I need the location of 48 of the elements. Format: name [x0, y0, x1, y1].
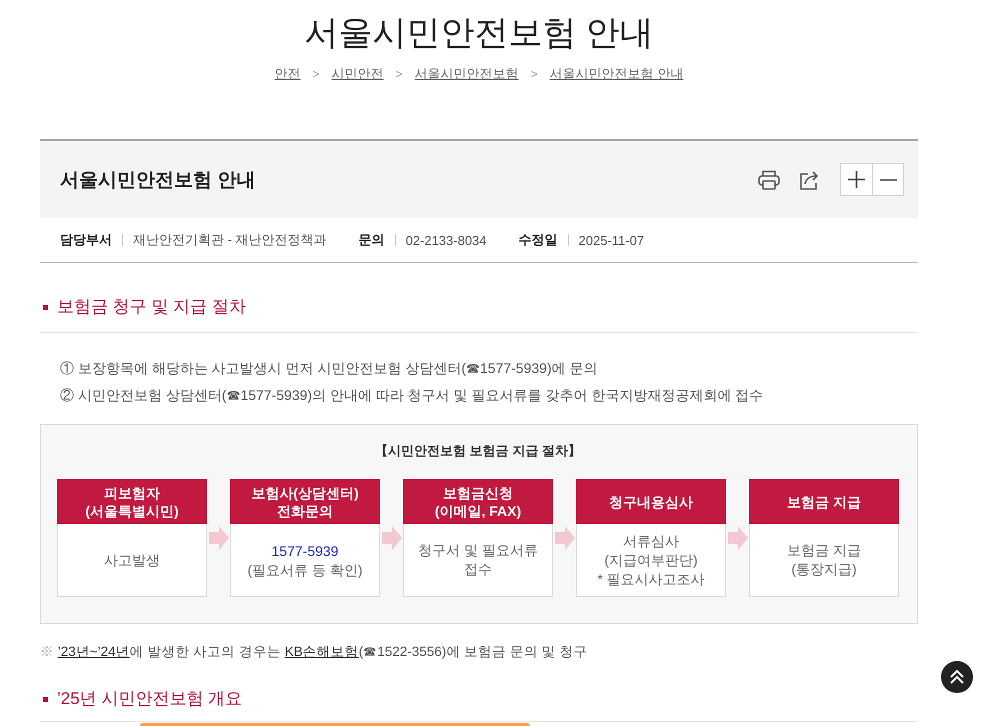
scroll-top-button[interactable] — [941, 661, 973, 693]
step-text: 사고발생 — [104, 550, 160, 570]
meta-label: 수정일 — [518, 231, 558, 249]
step-text: (필요서류 등 확인) — [247, 560, 363, 580]
bullet-icon — [43, 696, 48, 702]
plus-icon — [848, 171, 865, 188]
double-chevron-up-icon — [950, 670, 964, 684]
note-link[interactable]: ’23년~’24년 — [58, 644, 130, 659]
note-text: ※ ’23년~’24년에 발생한 사고의 경우는 KB손해보험(☎1522-3556)에 보험금 문의 및 청구 — [40, 643, 588, 661]
article-title: 서울시민안전보험 안내 — [60, 168, 256, 192]
arrow-icon — [554, 526, 574, 550]
breadcrumb-separator: > — [312, 66, 320, 83]
breadcrumb-link[interactable]: 서울시민안전보험 안내 — [550, 65, 684, 83]
share-button[interactable] — [799, 170, 821, 190]
meta-label: 담당부서 — [60, 231, 112, 249]
step-title: 보험금신청 (이메일, FAX) — [403, 479, 553, 524]
breadcrumb-separator: > — [530, 66, 538, 83]
step-text: 청구서 및 필요서류 접수 — [418, 541, 538, 579]
step-title: 피보험자 (서울특별시민) — [57, 479, 207, 524]
meta-value: 2025-11-07 — [578, 232, 644, 248]
printer-icon — [758, 170, 780, 190]
step-title: 보험사(상담센터) 전화문의 — [230, 479, 380, 524]
minus-icon — [880, 178, 896, 180]
arrow-icon — [728, 526, 748, 550]
step-text: 서류심사 (지급여부판단) * 필요시사고조사 — [597, 532, 705, 588]
page-title: 서울시민안전보험 안내 — [303, 13, 655, 54]
step-title: 보험금 지급 — [749, 479, 899, 524]
phone-number: 1577-5939 — [272, 542, 338, 560]
meta-value: 02-2133-8034 — [406, 232, 487, 248]
print-button[interactable] — [758, 170, 780, 190]
meta-value: 재난안전기획관 - 재난안전정책과 — [133, 231, 327, 249]
section-heading: ’25년 시민안전보험 개요 — [57, 688, 242, 710]
procedure-text: ② 시민안전보험 상담센터(☎1577-5939)의 안내에 따라 청구서 및 필요서류를 갖추어 한국지방재정공제회에 접수 — [60, 386, 764, 405]
arrow-icon — [208, 526, 228, 550]
note-link[interactable]: KB손해보험 — [284, 644, 359, 659]
step-text: 보험금 지급 (통장지급) — [787, 541, 861, 579]
meta-label: 문의 — [358, 231, 385, 249]
step-title: 청구내용심사 — [576, 479, 726, 524]
breadcrumb-link[interactable]: 안전 — [274, 65, 301, 83]
arrow-icon — [382, 526, 402, 550]
breadcrumb-link[interactable]: 시민안전 — [332, 65, 384, 83]
diagram-title: 【시민안전보험 보험금 지급 절차】 — [374, 442, 582, 460]
breadcrumb-separator: > — [396, 66, 403, 83]
procedure-text: ① 보장항목에 해당하는 사고발생시 먼저 시민안전보험 상담센터(☎1577-5939)에 문의 — [60, 359, 599, 378]
bullet-icon — [43, 304, 48, 310]
share-icon — [799, 170, 821, 190]
section-heading: 보험금 청구 및 지급 절차 — [57, 296, 246, 318]
breadcrumb-link[interactable]: 서울시민안전보험 — [414, 65, 519, 83]
